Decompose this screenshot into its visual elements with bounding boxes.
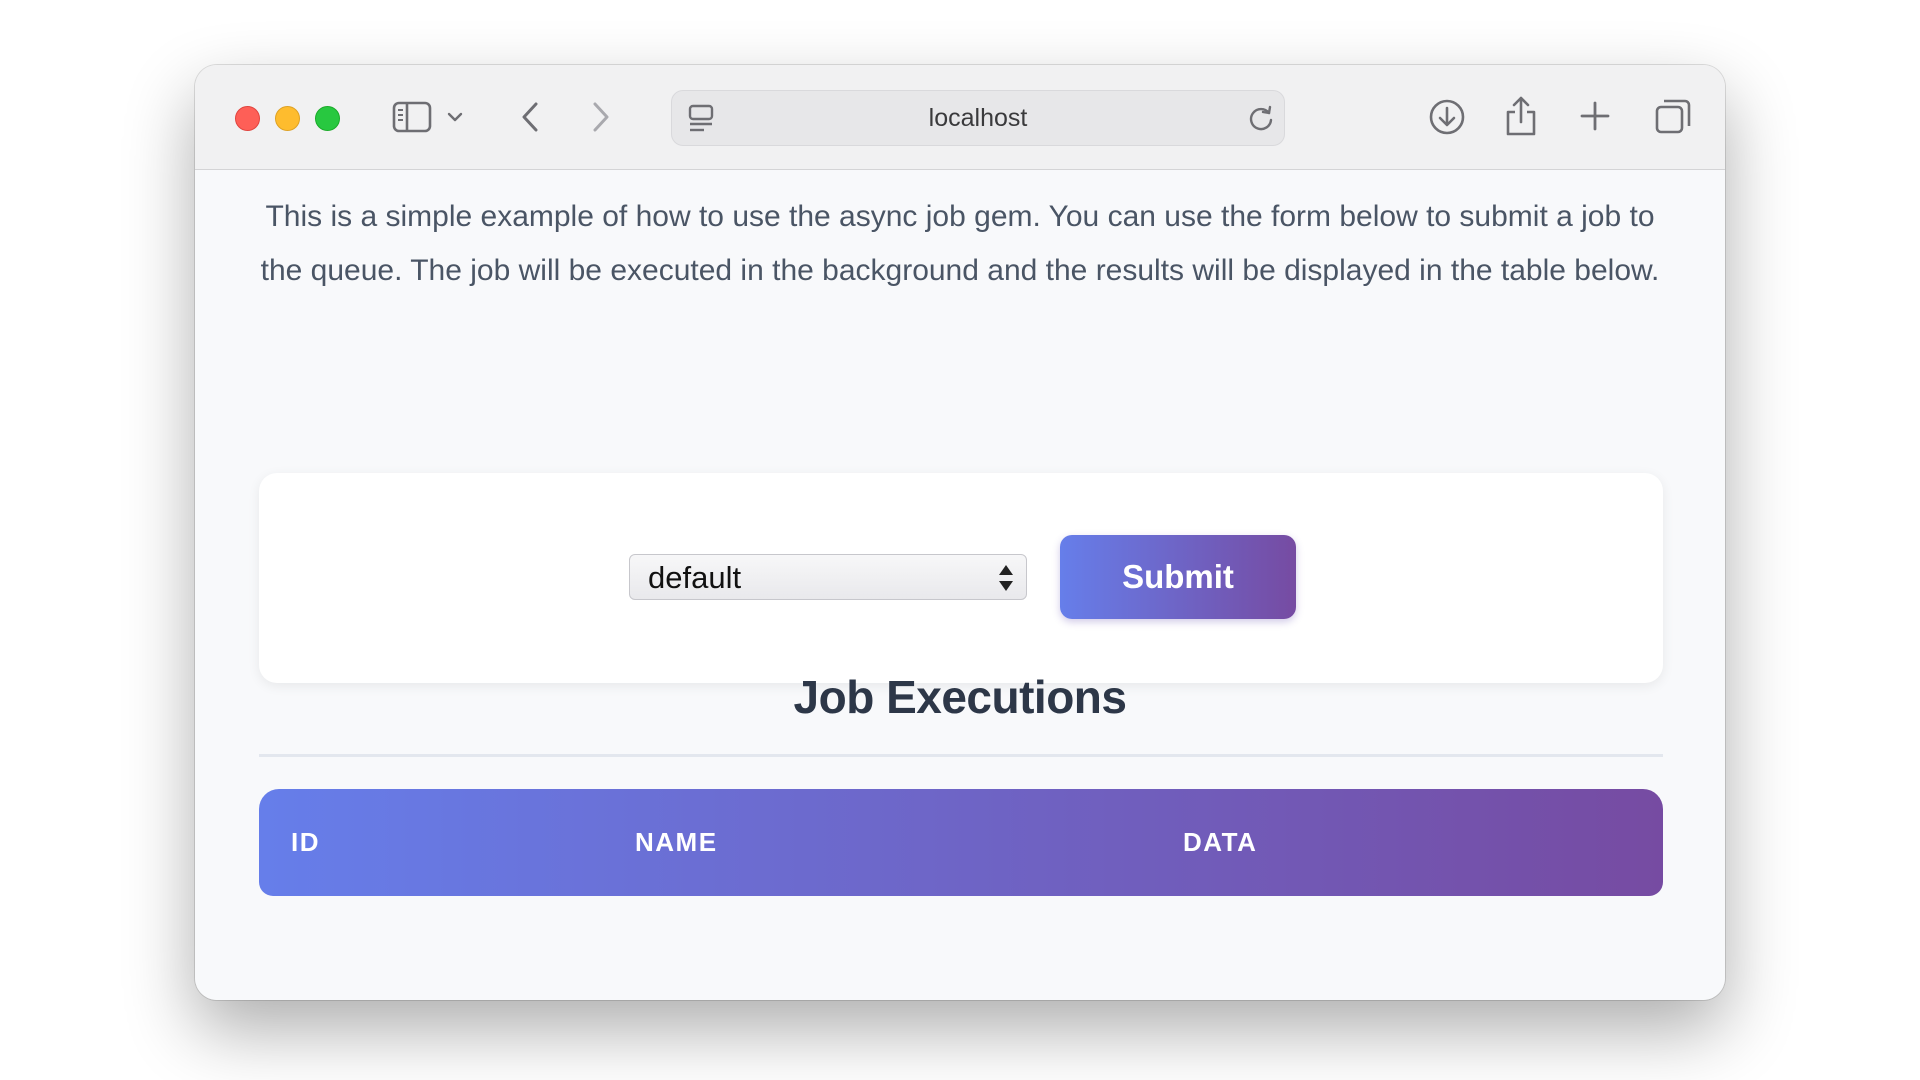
address-bar[interactable]: localhost <box>671 90 1285 146</box>
section-title: Job Executions <box>793 671 1127 723</box>
close-window-button[interactable] <box>235 106 260 131</box>
downloads-icon[interactable] <box>1427 97 1467 137</box>
new-tab-plus-icon[interactable] <box>1578 99 1612 133</box>
queue-select-value: default <box>648 560 742 595</box>
column-header-data[interactable]: DATA <box>1183 789 1257 896</box>
forward-arrow-icon[interactable] <box>588 99 614 135</box>
browser-toolbar: localhost <box>195 65 1725 170</box>
zoom-window-button[interactable] <box>315 106 340 131</box>
queue-select[interactable]: default <box>629 554 1027 600</box>
share-icon[interactable] <box>1503 93 1539 139</box>
back-arrow-icon[interactable] <box>517 99 543 135</box>
chevron-down-icon[interactable] <box>445 105 465 129</box>
page-content: This is a simple example of how to use t… <box>195 170 1725 1000</box>
select-arrows-icon <box>998 564 1014 592</box>
reload-icon[interactable] <box>1246 103 1276 133</box>
job-form-card: default Submit <box>259 473 1663 683</box>
section-divider <box>259 754 1663 757</box>
sidebar-toggle-icon[interactable] <box>391 99 433 135</box>
intro-text: This is a simple example of how to use t… <box>260 200 1660 287</box>
column-header-name[interactable]: NAME <box>635 789 718 896</box>
column-header-id[interactable]: ID <box>291 789 320 896</box>
submit-button[interactable]: Submit <box>1060 535 1296 619</box>
url-text: localhost <box>928 103 1028 132</box>
screen: localhost This is a simple example of ho… <box>0 0 1920 1080</box>
table-header-row: ID NAME DATA <box>259 789 1663 896</box>
browser-window: localhost This is a simple example of ho… <box>195 65 1725 1000</box>
minimize-window-button[interactable] <box>275 106 300 131</box>
tab-overview-icon[interactable] <box>1653 97 1693 137</box>
